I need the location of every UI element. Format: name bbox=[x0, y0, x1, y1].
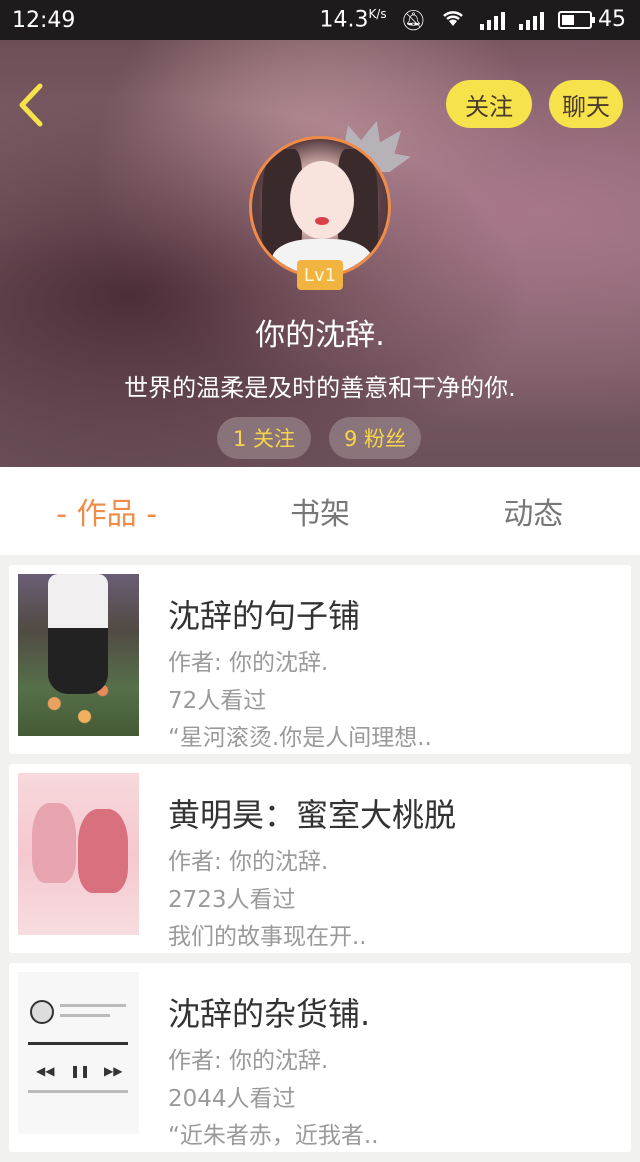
work-cover bbox=[18, 773, 139, 935]
work-views: 72人看过 bbox=[168, 688, 267, 714]
nickname: 你的沈辞. bbox=[255, 318, 385, 353]
battery-icon: 45 bbox=[558, 7, 626, 32]
work-title: 沈辞的句子铺 bbox=[168, 597, 361, 635]
work-author: 作者: 你的沈辞. bbox=[168, 849, 329, 875]
work-intro: “近朱者赤，近我者.. bbox=[168, 1123, 379, 1149]
follow-button[interactable]: 关注 bbox=[446, 80, 532, 128]
work-author: 作者: 你的沈辞. bbox=[168, 650, 329, 676]
chevron-left-icon bbox=[19, 83, 43, 127]
tab-activity[interactable]: 动态 bbox=[427, 467, 640, 555]
work-intro: “星河滚烫.你是人间理想.. bbox=[168, 725, 432, 751]
work-intro: 我们的故事现在开.. bbox=[168, 924, 367, 950]
work-title: 沈辞的杂货铺. bbox=[168, 995, 371, 1033]
back-button[interactable] bbox=[16, 82, 56, 128]
battery-level: 45 bbox=[598, 7, 626, 33]
network-speed: 14.3K/s bbox=[319, 7, 387, 33]
works-list: 沈辞的句子铺 作者: 你的沈辞. 72人看过 “星河滚烫.你是人间理想.. 黄明… bbox=[9, 565, 631, 1162]
work-card[interactable]: ◀◀ ❚❚ ▶▶ 沈辞的杂货铺. 作者: 你的沈辞. 2044人看过 “近朱者赤… bbox=[9, 963, 631, 1152]
status-time: 12:49 bbox=[12, 7, 76, 33]
following-count[interactable]: 1 关注 bbox=[217, 417, 311, 459]
work-author: 作者: 你的沈辞. bbox=[168, 1048, 329, 1074]
avatar[interactable] bbox=[249, 136, 391, 278]
fans-count[interactable]: 9 粉丝 bbox=[329, 417, 421, 459]
mute-icon: 🔕︎ bbox=[400, 7, 426, 32]
work-card[interactable]: 沈辞的句子铺 作者: 你的沈辞. 72人看过 “星河滚烫.你是人间理想.. bbox=[9, 565, 631, 754]
work-views: 2723人看过 bbox=[168, 887, 296, 913]
level-badge: Lv1 bbox=[297, 260, 343, 290]
tab-works[interactable]: - 作品 - bbox=[0, 467, 213, 555]
work-views: 2044人看过 bbox=[168, 1086, 296, 1112]
wifi-icon bbox=[440, 8, 466, 31]
work-title: 黄明昊：蜜室大桃脱 bbox=[168, 796, 457, 834]
chat-button[interactable]: 聊天 bbox=[549, 80, 623, 128]
tab-bookshelf[interactable]: 书架 bbox=[213, 467, 426, 555]
work-cover bbox=[18, 574, 139, 736]
signal-3g-icon bbox=[480, 10, 505, 30]
work-cover: ◀◀ ❚❚ ▶▶ bbox=[18, 972, 139, 1134]
profile-header: 关注 聊天 Lv1 你的沈辞. 世界的温柔是及时的善意和干净的你. 1 关注 9… bbox=[0, 40, 640, 467]
profile-tabs: - 作品 - 书架 动态 bbox=[0, 467, 640, 555]
signature: 世界的温柔是及时的善意和干净的你. bbox=[124, 374, 516, 402]
work-card[interactable]: 黄明昊：蜜室大桃脱 作者: 你的沈辞. 2723人看过 我们的故事现在开.. bbox=[9, 764, 631, 953]
signal-icon bbox=[519, 10, 544, 30]
status-bar: 12:49 14.3K/s 🔕︎ 45 bbox=[0, 0, 640, 40]
